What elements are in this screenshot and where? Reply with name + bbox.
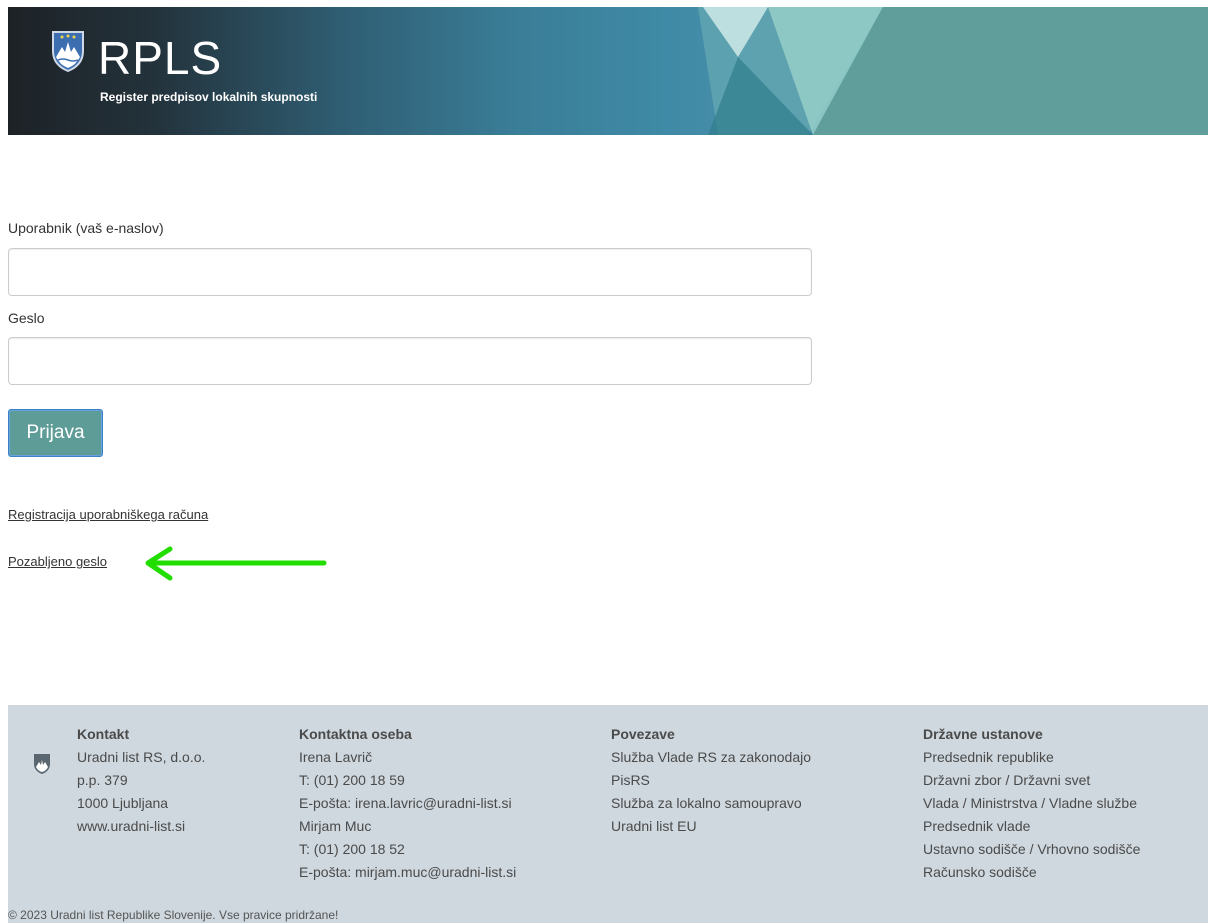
footer-contact-line: p.p. 379 xyxy=(77,772,128,788)
username-input[interactable] xyxy=(8,248,812,296)
footer-contact-person-email[interactable]: E-pošta: mirjam.muc@uradni-list.si xyxy=(299,861,516,884)
footer-link[interactable]: Služba za lokalno samoupravo xyxy=(611,792,811,815)
forgot-password-link[interactable]: Pozabljeno geslo xyxy=(8,554,107,569)
footer-contact-heading: Kontakt xyxy=(77,726,130,742)
coat-of-arms-icon xyxy=(52,31,84,73)
footer-contact-website-link[interactable]: www.uradni-list.si xyxy=(77,815,205,838)
footer-link[interactable]: Uradni list EU xyxy=(611,815,811,838)
register-account-link[interactable]: Registracija uporabniškega računa xyxy=(8,507,208,522)
footer-institution-link[interactable]: Predsednik republike xyxy=(923,746,1140,769)
footer-contact-line: 1000 Ljubljana xyxy=(77,795,169,811)
footer-institution-link[interactable]: Računsko sodišče xyxy=(923,861,1140,884)
footer-contact-person-email[interactable]: E-pošta: irena.lavric@uradni-list.si xyxy=(299,792,516,815)
footer-institution-link[interactable]: Ustavno sodišče / Vrhovno sodišče xyxy=(923,838,1140,861)
footer-link[interactable]: PisRS xyxy=(611,769,811,792)
password-label: Geslo xyxy=(8,310,45,326)
app-title: RPLS xyxy=(98,32,223,84)
footer-institution-link[interactable]: Državni zbor / Državni svet xyxy=(923,769,1140,792)
footer-contact: Kontakt Uradni list RS, d.o.o. p.p. 379 … xyxy=(77,723,205,838)
annotation-arrow-icon xyxy=(145,546,327,581)
footer-institutions-heading: Državne ustanove xyxy=(923,726,1043,742)
footer-contact-person-line: T: (01) 200 18 52 xyxy=(299,841,405,857)
footer-contact-line: Uradni list RS, d.o.o. xyxy=(77,749,206,765)
footer-institutions: Državne ustanove Predsednik republike Dr… xyxy=(923,723,1140,884)
footer-contact-person: Kontaktna oseba Irena Lavrič T: (01) 200… xyxy=(299,723,516,884)
password-input[interactable] xyxy=(8,337,812,385)
username-label: Uporabnik (vaš e-naslov) xyxy=(8,220,164,236)
header-banner: RPLS Register predpisov lokalnih skupnos… xyxy=(8,7,1208,135)
footer-contact-person-line: T: (01) 200 18 59 xyxy=(299,772,405,788)
footer-institution-link[interactable]: Vlada / Ministrstva / Vladne službe xyxy=(923,792,1140,815)
footer-contact-person-heading: Kontaktna oseba xyxy=(299,726,412,742)
footer-contact-person-line: Mirjam Muc xyxy=(299,818,372,834)
footer-coat-of-arms-icon xyxy=(34,754,50,774)
login-button[interactable]: Prijava xyxy=(8,409,103,457)
copyright-text: © 2023 Uradni list Republike Slovenije. … xyxy=(8,908,339,922)
footer-contact-person-line: Irena Lavrič xyxy=(299,749,373,765)
footer-links-heading: Povezave xyxy=(611,726,675,742)
app-subtitle: Register predpisov lokalnih skupnosti xyxy=(100,90,318,104)
footer-links: Povezave Služba Vlade RS za zakonodajo P… xyxy=(611,723,811,838)
footer-link[interactable]: Služba Vlade RS za zakonodajo xyxy=(611,746,811,769)
footer: Kontakt Uradni list RS, d.o.o. p.p. 379 … xyxy=(8,705,1208,923)
footer-institution-link[interactable]: Predsednik vlade xyxy=(923,815,1140,838)
